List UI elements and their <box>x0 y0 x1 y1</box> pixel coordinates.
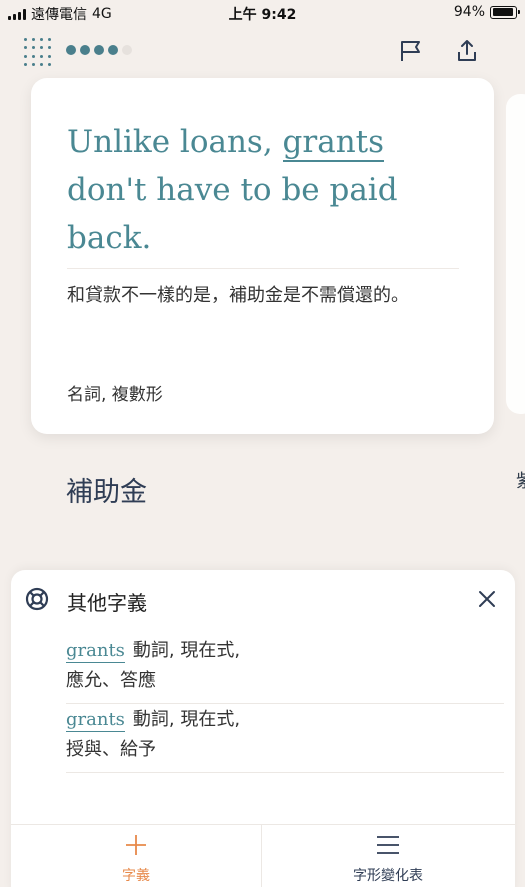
example-sentence-card[interactable]: Unlike loans, grants don't have to be pa… <box>31 78 494 434</box>
progress-indicator <box>66 45 132 55</box>
sense-header: grants 動詞, 現在式, <box>66 705 241 732</box>
sense-item[interactable]: grants 動詞, 現在式, 授與、給予 <box>66 705 504 773</box>
progress-dot <box>122 45 132 55</box>
other-meanings-sheet: 其他字義 grants 動詞, 現在式, 應允、答應 grants 動詞, 現在式,… <box>11 570 515 887</box>
sheet-title: 其他字義 <box>67 591 147 615</box>
status-bar: 遠傳電信 4G 上午 9:42 94% <box>0 0 525 26</box>
next-card-peek-text: 紫 <box>516 467 525 493</box>
battery-icon <box>490 5 520 19</box>
sense-grammar: 動詞, 現在式, <box>132 709 241 730</box>
sentence-after: don't have to be paid back. <box>67 172 398 256</box>
sense-header: grants 動詞, 現在式, <box>66 636 241 663</box>
sense-definition: 應允、答應 <box>66 670 156 691</box>
progress-dot <box>66 45 76 55</box>
sense-grammar: 動詞, 現在式, <box>132 640 241 661</box>
sentence-before: Unlike loans, <box>67 124 283 160</box>
top-toolbar <box>0 30 525 74</box>
card-divider <box>67 268 459 269</box>
sentence-translation: 和貸款不一樣的是，補助金是不需償還的。 <box>67 285 409 306</box>
battery-percent: 94% <box>453 4 485 20</box>
tab-inflection-table[interactable]: 字形變化表 <box>263 825 513 887</box>
word-meaning: 補助金 <box>66 477 147 508</box>
highlighted-word[interactable]: grants <box>282 124 385 162</box>
battery-group: 94% <box>453 4 520 20</box>
example-sentence: Unlike loans, grants don't have to be pa… <box>67 118 467 262</box>
progress-dot <box>94 45 104 55</box>
plus-icon <box>126 835 146 855</box>
share-icon[interactable] <box>454 38 480 64</box>
sense-item[interactable]: grants 動詞, 現在式, 應允、答應 <box>66 636 504 704</box>
grid-menu-icon[interactable] <box>24 38 52 66</box>
flag-icon[interactable] <box>398 38 424 64</box>
tab-separator <box>261 825 262 887</box>
sense-word: grants <box>66 709 125 732</box>
clock: 上午 9:42 <box>228 7 297 23</box>
menu-icon <box>377 836 399 854</box>
tab-label: 字形變化表 <box>353 868 423 884</box>
sense-definition: 授與、給予 <box>66 739 156 760</box>
sense-word: grants <box>66 640 125 663</box>
part-of-speech: 名詞, 複數形 <box>67 385 163 405</box>
lifebuoy-icon <box>25 587 49 611</box>
progress-dot <box>80 45 90 55</box>
next-card-peek[interactable] <box>506 94 525 414</box>
tab-definition[interactable]: 字義 <box>11 825 261 887</box>
bottom-tab-bar: 字義 字形變化表 <box>11 824 515 887</box>
close-icon[interactable] <box>475 587 499 611</box>
tab-label: 字義 <box>122 868 150 884</box>
progress-dot <box>108 45 118 55</box>
